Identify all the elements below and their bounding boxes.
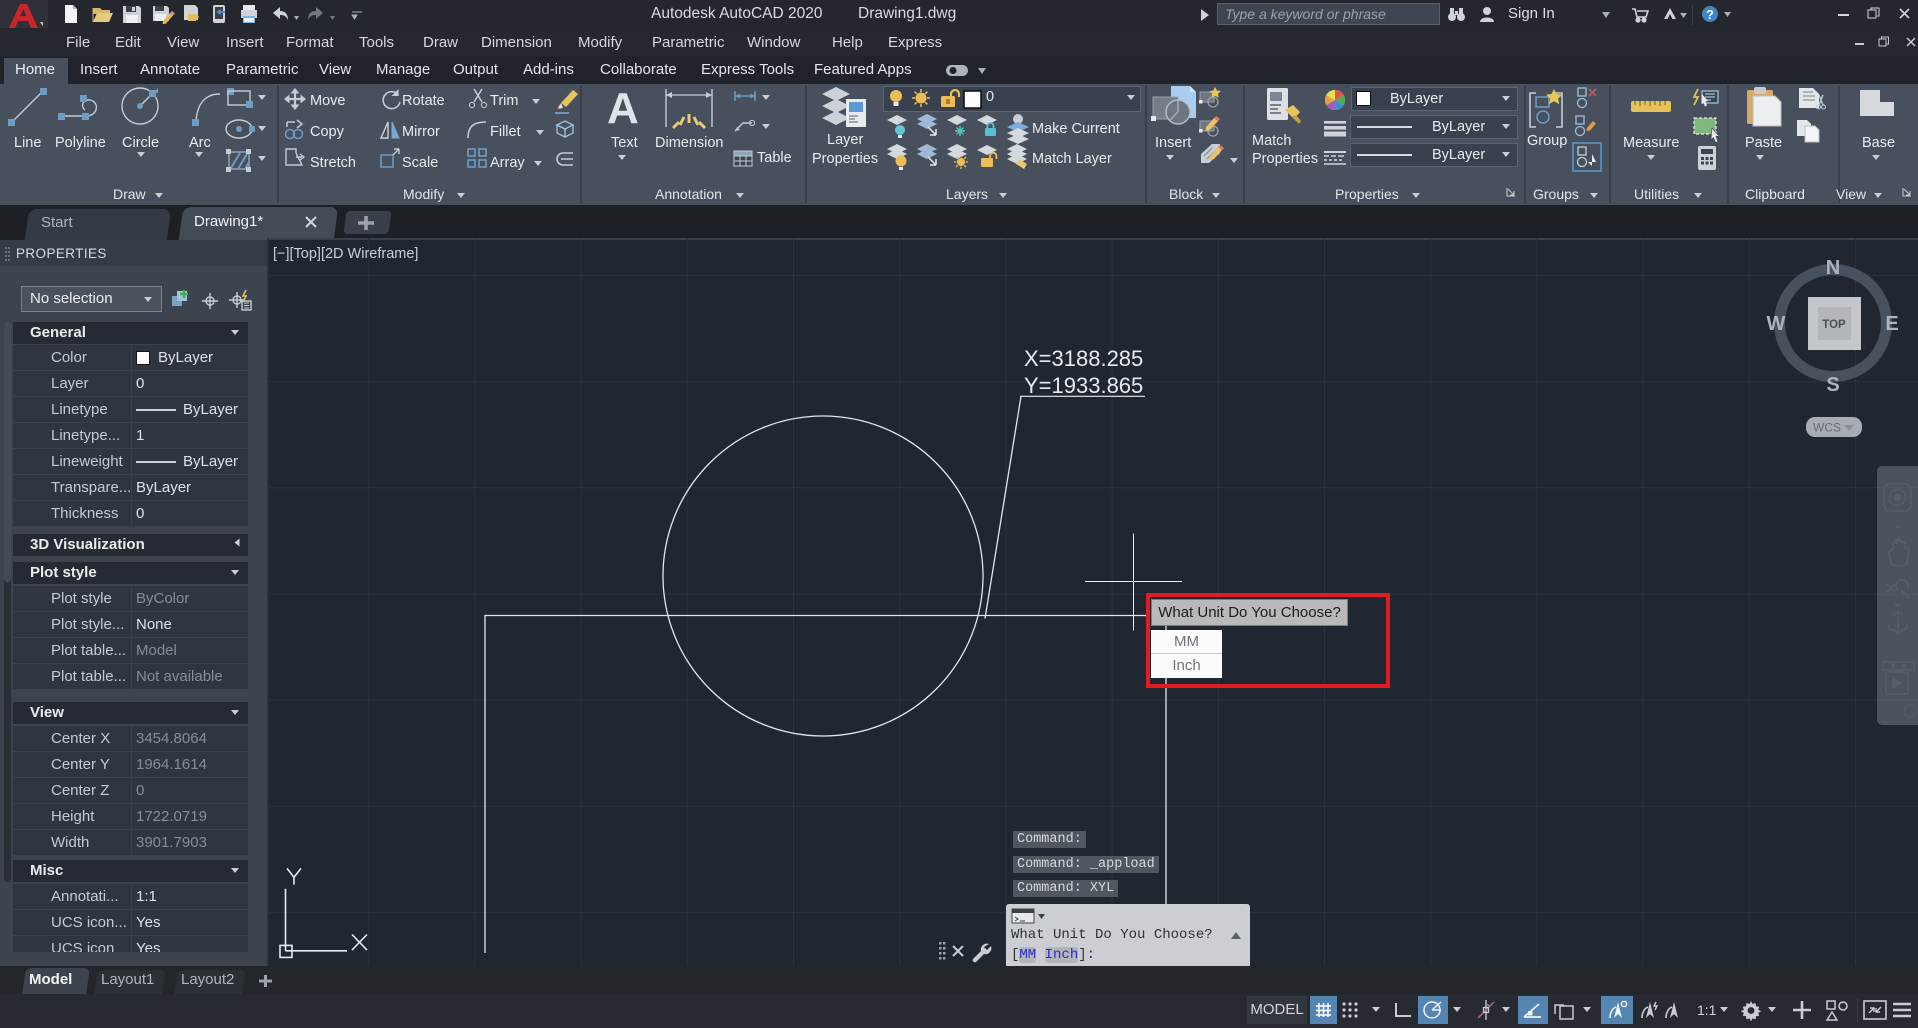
svg-text:N: N [1826, 257, 1840, 279]
svg-text:S: S [1826, 374, 1839, 396]
svg-text:WCS: WCS [1813, 421, 1841, 435]
svg-text:Y=1933.865: Y=1933.865 [1024, 373, 1143, 398]
svg-text:X=3188.285: X=3188.285 [1024, 346, 1143, 371]
svg-text:TOP: TOP [1822, 319, 1846, 331]
svg-text:E: E [1885, 313, 1898, 335]
svg-text:?: ? [1706, 7, 1714, 22]
svg-text:W: W [1767, 313, 1786, 335]
